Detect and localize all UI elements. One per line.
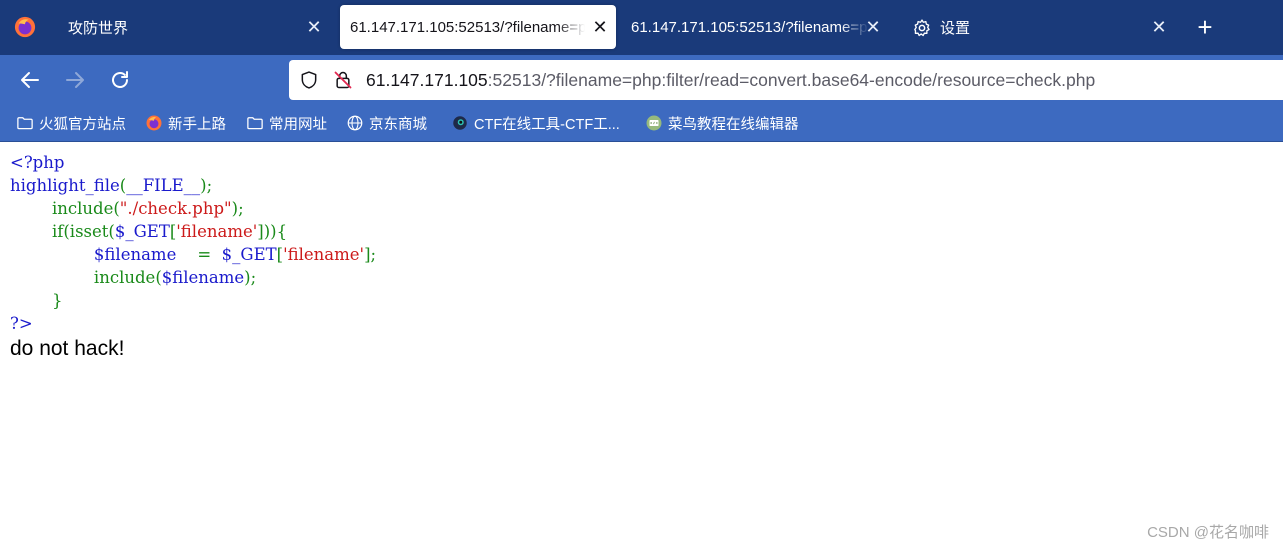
- bookmark-ctf-tools[interactable]: CTF在线工具-CTF工...: [451, 113, 620, 133]
- bookmark-label: 新手上路: [168, 116, 226, 133]
- tab-label: 61.147.171.105:52513/?filename=php:filte…: [350, 18, 585, 36]
- page-message: do not hack!: [10, 337, 125, 360]
- code-token: __FILE__: [126, 176, 201, 195]
- code-token: 'filename': [176, 222, 258, 241]
- code-token: $_GET: [221, 245, 277, 264]
- code-token: $filename: [161, 268, 245, 287]
- code-token: $filename: [93, 245, 177, 264]
- tracking-protection-shield-icon[interactable]: [299, 70, 319, 90]
- address-bar[interactable]: 61.147.171.105:52513/?filename=php:filte…: [289, 60, 1283, 100]
- close-tab-icon[interactable]: ✕: [304, 17, 324, 37]
- insecure-lock-icon[interactable]: [333, 70, 353, 90]
- code-token: );: [244, 268, 257, 287]
- back-arrow-icon[interactable]: [18, 68, 42, 92]
- code-token: ])){: [257, 222, 288, 241]
- bookmarks-toolbar: 火狐官方站点 新手上路 常用网址 京东商城 CTF在线工具-CTF工... 菜鸟…: [0, 105, 1283, 142]
- bookmark-label: 常用网址: [269, 116, 327, 133]
- folder-icon: [247, 117, 263, 130]
- url-host: 61.147.171.105: [366, 70, 488, 90]
- code-token: );: [231, 199, 244, 218]
- code-token: 'filename': [283, 245, 365, 264]
- tab-label: 61.147.171.105:52513/?filename=php:filte…: [631, 19, 869, 36]
- tab-label: 设置: [940, 20, 971, 37]
- code-token: }: [51, 291, 63, 310]
- code-token: "./check.php": [119, 199, 232, 218]
- code-token: include: [93, 268, 156, 287]
- php-source-code: <?php highlight_file(__FILE__); include(…: [10, 151, 376, 335]
- runoob-icon: [646, 115, 662, 131]
- bookmark-label: 京东商城: [369, 116, 427, 133]
- code-token: ];: [364, 245, 377, 264]
- bookmark-getting-started[interactable]: 新手上路: [145, 113, 226, 133]
- code-token: include: [51, 199, 114, 218]
- reload-icon[interactable]: [108, 68, 132, 92]
- code-token: isset: [69, 222, 109, 241]
- forward-arrow-icon[interactable]: [63, 68, 87, 92]
- globe-icon: [347, 115, 363, 131]
- close-tab-icon[interactable]: ✕: [863, 17, 883, 37]
- code-token: );: [200, 176, 213, 195]
- tab-filter[interactable]: 61.147.171.105:52513/?filename=php:filte…: [621, 5, 889, 50]
- firefox-icon: [146, 115, 162, 131]
- tab-gongfang[interactable]: 攻防世界 ✕: [55, 5, 330, 50]
- code-token: =: [176, 245, 222, 264]
- bookmark-label: 菜鸟教程在线编辑器: [668, 116, 799, 133]
- code-token: if: [51, 222, 64, 241]
- ctf-icon: [453, 116, 467, 130]
- bookmark-label: CTF在线工具-CTF工...: [474, 116, 620, 133]
- tab-active-check[interactable]: 61.147.171.105:52513/?filename=php:filte…: [340, 5, 616, 49]
- close-tab-icon[interactable]: ✕: [590, 17, 610, 37]
- gear-icon: [914, 18, 930, 36]
- bookmark-runoob-editor[interactable]: 菜鸟教程在线编辑器: [645, 113, 799, 133]
- url-text[interactable]: 61.147.171.105:52513/?filename=php:filte…: [366, 70, 1095, 91]
- tab-label: 攻防世界: [68, 20, 129, 37]
- navigation-toolbar: 61.147.171.105:52513/?filename=php:filte…: [0, 55, 1283, 105]
- close-tab-icon[interactable]: ✕: [1149, 17, 1169, 37]
- tab-strip: 攻防世界 ✕ 61.147.171.105:52513/?filename=ph…: [0, 0, 1283, 55]
- bookmark-label: 火狐官方站点: [39, 116, 126, 133]
- folder-icon: [17, 117, 33, 130]
- tab-settings[interactable]: 设置 ✕: [900, 5, 1175, 50]
- csdn-watermark: CSDN @花名咖啡: [1147, 524, 1269, 541]
- bookmark-firefox-official[interactable]: 火狐官方站点: [16, 113, 126, 133]
- url-path: /?filename=php:filter/read=convert.base6…: [541, 70, 1096, 90]
- bookmark-jd[interactable]: 京东商城: [346, 113, 427, 133]
- new-tab-button[interactable]: +: [1193, 14, 1217, 40]
- code-token: highlight_file: [10, 176, 120, 195]
- bookmark-common-sites[interactable]: 常用网址: [246, 113, 327, 133]
- url-port: :52513: [487, 70, 542, 90]
- code-token: <?php: [10, 153, 65, 172]
- code-token: $_GET: [114, 222, 170, 241]
- code-token: ?>: [10, 314, 33, 333]
- firefox-menu-icon[interactable]: [14, 16, 36, 38]
